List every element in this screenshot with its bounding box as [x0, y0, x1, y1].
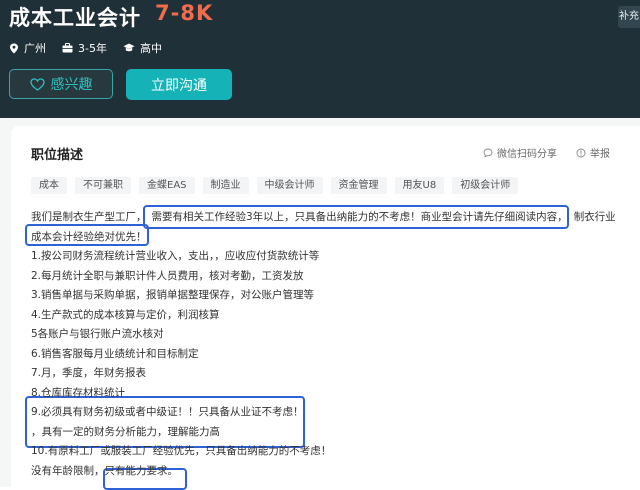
description-line: 我们是制衣生产型工厂， [31, 211, 147, 223]
description-line: 7.月，季度，年财务报表 [31, 367, 147, 379]
report-label: 举报 [590, 149, 610, 160]
skill-tags: 成本 不可兼职 金蝶EAS 制造业 中级会计师 资金管理 用友U8 初级会计师 [31, 177, 526, 194]
description-line: 没有年龄限制， [31, 464, 105, 477]
chat-now-button[interactable]: 立即沟通 [126, 69, 232, 100]
job-title: 成本工业会计 [9, 6, 141, 30]
description-line: 成本会计经验绝对优先！ [31, 230, 147, 243]
description-line: 9.必须具有财务初级或者中级证！！只具备从业证不考虑！ [31, 406, 304, 418]
tag: 成本 [31, 177, 67, 194]
briefcase-icon [62, 43, 73, 53]
tag: 金蝶EAS [139, 177, 195, 194]
description-line: 6.销售客服每月业绩统计和目标制定 [31, 347, 199, 360]
salary: 7-8K [155, 1, 214, 25]
report-link[interactable]: 举报 [576, 145, 610, 160]
location-item: 广州 [9, 40, 46, 56]
description-line: 5各账户与银行账户流水核对 [31, 328, 164, 340]
description-line: 只有能力要求。 [104, 464, 179, 477]
education-item: 高中 [123, 40, 162, 56]
tag: 制造业 [202, 177, 249, 194]
description-line: ，具有一定的财务分析能力，理解能力高 [31, 425, 220, 438]
job-description-card: 职位描述 微信扫码分享 举报 成本 不可兼职 金蝶EAS 制造业 中级会计师 资… [11, 126, 640, 490]
location-text: 广州 [24, 42, 46, 55]
description-line: 2.每月统计全职与兼职计件人员费用，核对考勤，工资发放 [31, 269, 304, 282]
description-line: 制衣行业 [573, 211, 616, 223]
warning-icon [576, 148, 586, 157]
wechat-share-link[interactable]: 微信扫码分享 [483, 145, 557, 160]
graduation-cap-icon [123, 43, 135, 52]
tag: 资金管理 [330, 177, 387, 194]
description-line: 需要有相关工作经验3年以上，只具备出纳能力的不考虑！商业型会计请先仔细阅读内容， [151, 211, 568, 223]
description-line: 4.生产款式的成本核算与定价，利润核算 [31, 308, 220, 321]
job-meta: 广州 3-5年 高中 [9, 40, 178, 56]
tag: 中级会计师 [256, 177, 323, 194]
tag: 用友U8 [394, 177, 445, 194]
education-text: 高中 [139, 42, 162, 55]
interest-button[interactable]: 感兴趣 [9, 69, 113, 99]
description-line: 1.按公司财务流程统计营业收入，支出，，应收应付货款统计等 [31, 250, 320, 262]
location-icon [10, 43, 18, 53]
section-title: 职位描述 [31, 148, 84, 163]
experience-text: 3-5年 [78, 42, 107, 55]
description-line: 10.有原料工厂或服装工厂经验优先，只具备出纳能力的不考虑！ [31, 445, 332, 457]
chat-bubble-icon [483, 148, 493, 158]
description-line: 3.销售单据与采购单据，报销单据整理保存，对公账户管理等 [31, 289, 315, 301]
heart-icon [29, 77, 45, 91]
share-label: 微信扫码分享 [497, 149, 557, 160]
tag: 不可兼职 [75, 177, 131, 194]
experience-item: 3-5年 [62, 40, 107, 56]
corner-badge[interactable]: 补充 [618, 6, 640, 28]
job-header: 成本工业会计 7-8K 补充 广州 3-5年 高中 感兴趣 立即沟通 [0, 0, 640, 118]
tag: 初级会计师 [452, 177, 519, 194]
interest-label: 感兴趣 [50, 77, 93, 93]
description-line: 8.仓库库存材料统计 [31, 386, 126, 399]
